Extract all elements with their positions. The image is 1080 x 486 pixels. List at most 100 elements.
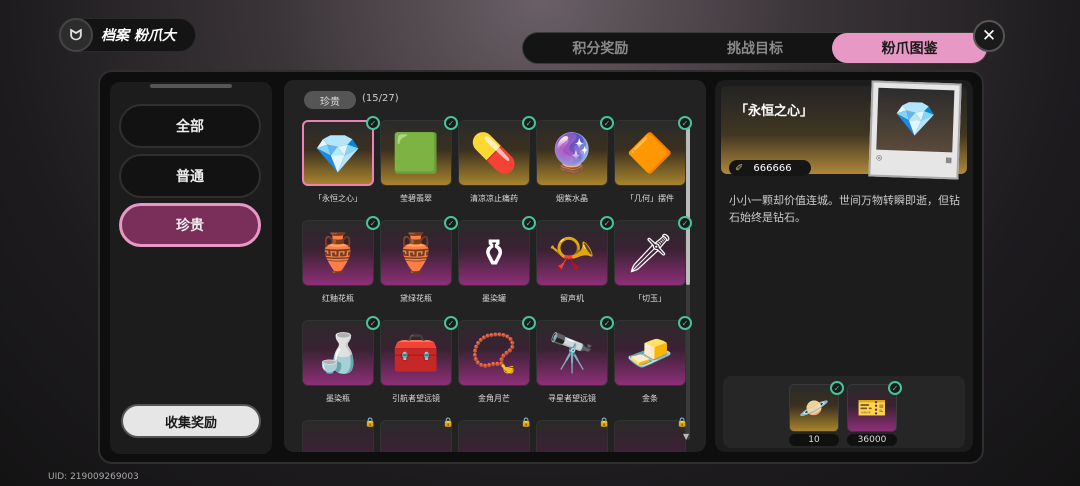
collection-item[interactable]: 🔮 ✓ 烟紫水晶 xyxy=(536,116,614,207)
item-name: 墨染罐 xyxy=(482,293,506,303)
item-name: 「永恒之心」 xyxy=(314,193,362,203)
logo-icon: ᗢ xyxy=(59,18,93,52)
item-icon: 🔶 xyxy=(626,131,674,175)
tab-collection[interactable]: 粉爪图鉴 xyxy=(832,33,987,63)
item-name: 烟紫水晶 xyxy=(556,193,588,203)
lock-icon: 🔒 xyxy=(364,418,376,428)
check-icon: ✓ xyxy=(366,116,380,130)
item-card xyxy=(536,420,608,452)
item-detail-panel: 「永恒之心」 ✐ 666666 💎 ◎ ▦ 小小一颗却价值连城。世间万物转瞬即逝，… xyxy=(715,80,973,452)
item-card: 🔮 xyxy=(536,120,608,186)
item-icon: 🔭 xyxy=(548,331,596,375)
close-icon[interactable]: ✕ xyxy=(973,20,1005,52)
category-common-button[interactable]: 普通 xyxy=(119,154,261,198)
item-name: 黛绿花瓶 xyxy=(400,293,432,303)
item-icon: 💎 xyxy=(314,132,362,176)
item-icon: 🏺 xyxy=(314,231,362,275)
check-icon: ✓ xyxy=(888,381,902,395)
tab-points-rewards[interactable]: 积分奖励 xyxy=(523,33,678,63)
page-title: 档案 粉爪大 xyxy=(101,28,176,44)
collection-item[interactable]: 🔶 ✓ 「几何」摆件 xyxy=(614,116,692,207)
collection-item[interactable]: 📿 ✓ 金角月芒 xyxy=(458,316,536,407)
scrollbar-thumb[interactable] xyxy=(686,120,690,285)
collection-item[interactable]: 🔒 xyxy=(536,418,610,452)
item-card xyxy=(614,420,686,452)
item-card xyxy=(380,420,452,452)
grid-scrollbar[interactable] xyxy=(686,120,690,440)
check-icon: ✓ xyxy=(366,216,380,230)
user-id: UID: 219009269003 xyxy=(48,472,139,482)
collection-item[interactable]: 🔒 xyxy=(380,418,454,452)
rewards-box: 🪐 ✓ 10 🎫 ✓ 36000 xyxy=(723,376,965,448)
collection-item[interactable]: 🧈 ✓ 金条 xyxy=(614,316,692,407)
collection-item[interactable]: 🔒 xyxy=(302,418,376,452)
item-card: 💊 xyxy=(458,120,530,186)
check-icon: ✓ xyxy=(366,316,380,330)
item-grid-panel: 珍贵 (15/27) 💎 ✓ 「永恒之心」 🟩 ✓ 莹碧翡翠 💊 ✓ 清凉凉止痛药 🔮 ✓ 烟紫水晶 🔶… xyxy=(284,80,706,452)
lock-icon: 🔒 xyxy=(442,418,454,428)
item-name: 留声机 xyxy=(560,293,584,303)
collection-item[interactable]: 🏺 ✓ 黛绿花瓶 xyxy=(380,216,458,307)
reward-item[interactable]: 🎫 ✓ 36000 xyxy=(847,381,902,446)
ticket-icon: 🎫 ✓ xyxy=(847,381,902,432)
tab-challenge-goals[interactable]: 挑战目标 xyxy=(678,33,833,63)
item-card: 🧈 xyxy=(614,320,686,386)
item-card: 🏺 xyxy=(380,220,452,286)
item-card: 🍶 xyxy=(302,320,374,386)
item-card: 🗡 xyxy=(614,220,686,286)
item-card: 📯 xyxy=(536,220,608,286)
collection-item[interactable]: 🗡 ✓ 「切玉」 xyxy=(614,216,692,307)
item-card xyxy=(458,420,530,452)
reward-item[interactable]: 🪐 ✓ 10 xyxy=(789,381,844,446)
item-description: 小小一颗却价值连城。世间万物转瞬即逝，但钻石始终是钻石。 xyxy=(729,194,960,224)
scroll-down-icon[interactable]: ▼ xyxy=(683,432,689,441)
value-icon: ✐ xyxy=(735,162,744,174)
item-name: 清凉凉止痛药 xyxy=(470,193,518,203)
item-name: 「切玉」 xyxy=(634,293,666,303)
check-icon: ✓ xyxy=(522,316,536,330)
item-card xyxy=(302,420,374,452)
check-icon: ✓ xyxy=(600,116,614,130)
collection-item[interactable]: 🏺 ✓ 红釉花瓶 xyxy=(302,216,380,307)
item-name: 红釉花瓶 xyxy=(322,293,354,303)
check-icon: ✓ xyxy=(444,216,458,230)
collection-item[interactable]: 💎 ✓ 「永恒之心」 xyxy=(302,116,380,207)
item-name: 金角月芒 xyxy=(478,393,510,403)
check-icon: ✓ xyxy=(830,381,844,395)
item-card: 🔭 xyxy=(536,320,608,386)
item-name: 莹碧翡翠 xyxy=(400,193,432,203)
lock-icon: 🔒 xyxy=(598,418,610,428)
filter-badge[interactable]: 珍贵 xyxy=(304,91,356,109)
collection-item[interactable]: 🔭 ✓ 寻星者望远镜 xyxy=(536,316,614,407)
collection-item[interactable]: 🔒 xyxy=(458,418,532,452)
check-icon: ✓ xyxy=(678,216,692,230)
check-icon: ✓ xyxy=(600,316,614,330)
category-precious-button[interactable]: 珍贵 xyxy=(119,203,261,247)
item-photo: 💎 ◎ ▦ xyxy=(868,80,962,180)
photo-marks: ◎ ▦ xyxy=(875,153,953,165)
collection-item[interactable]: 🍶 ✓ 墨染瓶 xyxy=(302,316,380,407)
collection-item[interactable]: 🧰 ✓ 引航者望远镜 xyxy=(380,316,458,407)
collect-rewards-button[interactable]: 收集奖励 xyxy=(121,404,261,438)
collection-item[interactable]: 🟩 ✓ 莹碧翡翠 xyxy=(380,116,458,207)
item-icon: 🧈 xyxy=(626,331,674,375)
item-icon: 📯 xyxy=(548,231,596,275)
item-card: 📿 xyxy=(458,320,530,386)
collection-item[interactable]: ⚱ ✓ 墨染罐 xyxy=(458,216,536,307)
category-all-button[interactable]: 全部 xyxy=(119,104,261,148)
item-card: ⚱ xyxy=(458,220,530,286)
check-icon: ✓ xyxy=(678,116,692,130)
item-icon: 🗡 xyxy=(625,231,675,275)
check-icon: ✓ xyxy=(444,116,458,130)
collection-item[interactable]: 🔒 xyxy=(614,418,688,452)
collection-item[interactable]: 💊 ✓ 清凉凉止痛药 xyxy=(458,116,536,207)
item-card: 💎 xyxy=(302,120,374,186)
item-icon: 🔮 xyxy=(548,131,596,175)
collection-item[interactable]: 📯 ✓ 留声机 xyxy=(536,216,614,307)
item-card: 🧰 xyxy=(380,320,452,386)
detail-value: 666666 xyxy=(753,162,792,174)
item-icon: 🏺 xyxy=(392,231,440,275)
item-card: 🟩 xyxy=(380,120,452,186)
check-icon: ✓ xyxy=(522,116,536,130)
item-card: 🏺 xyxy=(302,220,374,286)
